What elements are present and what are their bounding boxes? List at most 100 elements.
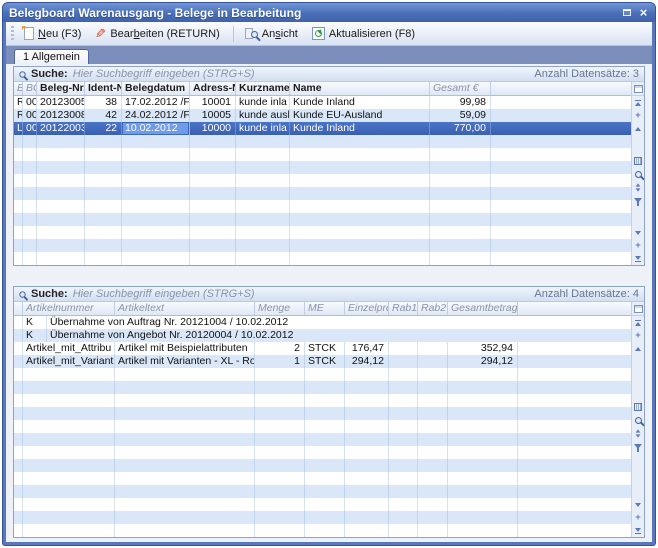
cell-belegdatum-active[interactable]: 10.02.2012 [122, 122, 190, 135]
search-label: Suche: [31, 288, 68, 300]
empty-row [14, 498, 631, 511]
table-row[interactable]: R 00 20123008 42 24.02.2012 /Fr 10005 ku… [14, 109, 631, 122]
cell-gesamtbetrag: 294,12 [448, 355, 518, 368]
column-header-filler [491, 82, 631, 95]
column-header-gesamtbetrag[interactable]: Gesamtbetrag [448, 302, 518, 315]
app-window: Belegboard Warenausgang - Belege in Bear… [2, 2, 656, 546]
cell-artikeltext: Artikel mit Varianten - XL - Rot [115, 355, 255, 368]
column-header-artikeltext[interactable]: Artikeltext [115, 302, 255, 315]
cell-gesamtbetrag: 352,94 [448, 342, 518, 355]
column-header-kurzname[interactable]: Kurzname [236, 82, 290, 95]
restore-icon [623, 9, 631, 16]
refresh-button-label: Aktualisieren (F8) [329, 28, 415, 40]
search-icon [19, 291, 25, 297]
column-header-gesamt[interactable]: Gesamt € [430, 82, 491, 95]
cell-note-text: Übernahme von Auftrag Nr. 20121004 / 10.… [47, 316, 631, 329]
view-magnifier-icon [245, 27, 258, 40]
column-header-einzelpreis[interactable]: Einzelpreis [345, 302, 389, 315]
table-scroll-strip: + + [631, 302, 644, 537]
cell-menge: 1 [255, 355, 305, 368]
refresh-button[interactable]: Aktualisieren (F8) [307, 24, 422, 43]
cell-rab1 [389, 355, 418, 368]
cell-adressnr: 10001 [190, 96, 236, 109]
goto-last-button[interactable] [633, 525, 644, 536]
new-button-label: Neu (F3) [38, 28, 81, 40]
cell-identnr: 38 [85, 96, 122, 109]
close-button[interactable]: × [636, 6, 651, 20]
column-header-menge[interactable]: Menge [255, 302, 305, 315]
column-header-rab2[interactable]: Rab2% [418, 302, 448, 315]
prev-row-button[interactable] [633, 123, 644, 134]
column-header-bg[interactable]: BG [23, 82, 37, 95]
column-chooser-button[interactable] [632, 82, 644, 96]
edit-button[interactable]: ✎ Bearbeiten (RETURN) [90, 24, 226, 43]
note-row[interactable]: K Übernahme von Angebot Nr. 20120004 / 1… [14, 329, 631, 342]
cell-menge: 2 [255, 342, 305, 355]
cell-belegnr: 20123005 [37, 96, 85, 109]
positions-search-bar: Suche: Anzahl Datensätze: 4 [14, 287, 644, 302]
column-header-adressnr[interactable]: Adress-Nr. [190, 82, 236, 95]
cell-artikelnummer: Artikel_mit_Variant [23, 355, 115, 368]
filter-button[interactable] [633, 441, 644, 452]
page-down-button[interactable]: + [633, 240, 644, 251]
table-row[interactable]: Artikel_mit_Attribu Artikel mit Beispiel… [14, 342, 631, 355]
cell-identnr: 42 [85, 109, 122, 122]
toolbar: Neu (F3) ✎ Bearbeiten (RETURN) Ansicht A… [6, 22, 652, 46]
cell-adressnr: 10000 [190, 122, 236, 135]
goto-first-button[interactable] [633, 317, 644, 328]
table-row[interactable]: Artikel_mit_Variant Artikel mit Variante… [14, 355, 631, 368]
column-header-belegdatum[interactable]: Belegdatum [122, 82, 190, 95]
columns-button[interactable] [633, 156, 644, 167]
column-header-me[interactable]: ME [305, 302, 345, 315]
column-header-b[interactable]: B [14, 82, 23, 95]
cell-bg: 00 [23, 122, 37, 135]
columns-button[interactable] [633, 402, 644, 413]
page-down-icon: + [635, 242, 640, 249]
documents-search-input[interactable] [73, 68, 530, 80]
positions-search-input[interactable] [73, 288, 530, 300]
cell-adressnr: 10005 [190, 109, 236, 122]
cell-einzelpreis: 294,12 [345, 355, 389, 368]
column-header-rab1[interactable]: Rab1% [389, 302, 418, 315]
prev-row-button[interactable] [633, 343, 644, 354]
restore-button[interactable] [619, 6, 634, 20]
filter-icon [634, 198, 642, 203]
tab-strip: 1 Allgemein [6, 46, 652, 64]
grid-search-button[interactable] [633, 415, 644, 426]
column-chooser-icon [634, 85, 643, 93]
filter-button[interactable] [633, 195, 644, 206]
toolbar-grip[interactable] [11, 26, 14, 42]
close-icon: × [640, 7, 648, 19]
next-row-button[interactable] [633, 499, 644, 510]
sort-button[interactable] [633, 182, 644, 193]
goto-first-button[interactable] [633, 97, 644, 108]
page-down-button[interactable]: + [633, 512, 644, 523]
next-row-button[interactable] [633, 227, 644, 238]
page-up-button[interactable]: + [633, 110, 644, 121]
table-row[interactable]: R 00 20123005 38 17.02.2012 /Fr 10001 ku… [14, 96, 631, 109]
table-row-selected[interactable]: L 00 20122003 22 10.02.2012 10000 kunde … [14, 122, 631, 135]
column-header-belegnr[interactable]: Beleg-Nr. [37, 82, 85, 95]
sort-button[interactable] [633, 428, 644, 439]
new-button[interactable]: Neu (F3) [19, 24, 88, 43]
column-header-identnr[interactable]: Ident-Nr. [85, 82, 122, 95]
columns-icon [634, 157, 642, 165]
empty-row [14, 394, 631, 407]
search-label: Suche: [31, 68, 68, 80]
column-header-artikelnummer[interactable]: Artikelnummer [23, 302, 115, 315]
table-scroll-strip: + + [631, 82, 644, 265]
search-icon [635, 171, 642, 178]
empty-row [14, 472, 631, 485]
grid-search-button[interactable] [633, 169, 644, 180]
note-row[interactable]: K Übernahme von Auftrag Nr. 20121004 / 1… [14, 316, 631, 329]
column-header-name[interactable]: Name [290, 82, 430, 95]
column-chooser-button[interactable] [632, 302, 644, 316]
cell-name: Kunde Inland [290, 122, 430, 135]
goto-last-button[interactable] [633, 253, 644, 264]
refresh-icon [312, 27, 325, 40]
goto-last-icon [635, 528, 641, 532]
view-button[interactable]: Ansicht [240, 24, 305, 43]
tab-allgemein[interactable]: 1 Allgemein [14, 49, 89, 64]
prev-row-icon [635, 127, 641, 131]
page-up-button[interactable]: + [633, 330, 644, 341]
